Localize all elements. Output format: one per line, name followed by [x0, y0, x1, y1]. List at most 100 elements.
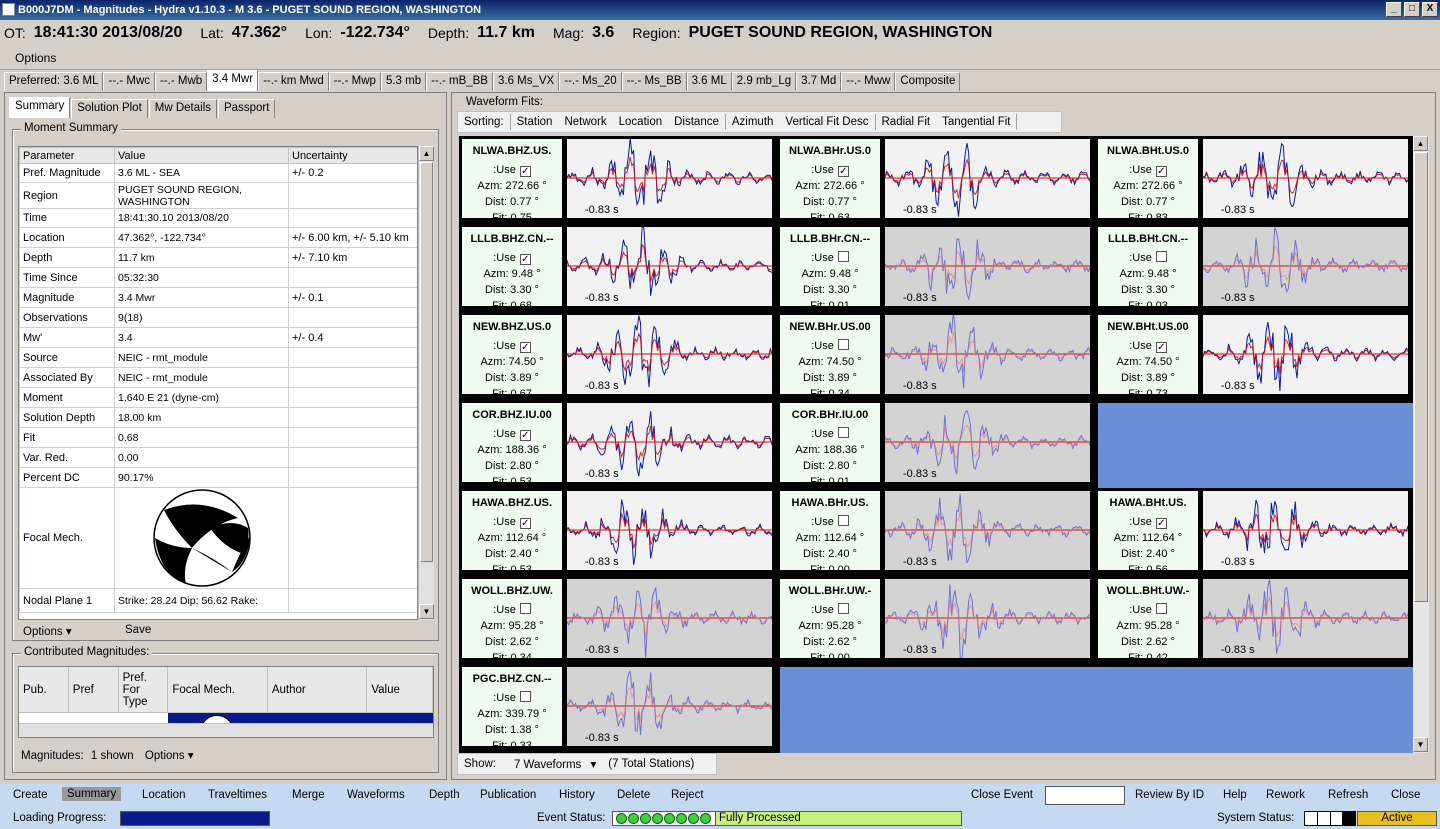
save-button[interactable]: Save	[125, 624, 151, 636]
waveform-plot[interactable]: -0.83 s	[885, 403, 1090, 482]
waveform-cell[interactable]: PGC.BHZ.CN.--:Use Azm: 339.79 ° Dist: 1.38…	[459, 664, 780, 753]
subtab-passport[interactable]: Passport	[218, 99, 276, 118]
action-review-by-id-button[interactable]: Review By ID	[1135, 789, 1204, 801]
action-reject-button[interactable]: Reject	[671, 789, 704, 801]
mag-tab[interactable]: 2.9 mb_Lg	[731, 72, 797, 91]
waveform-cell[interactable]: NEW.BHr.US.00:Use Azm: 74.50 ° Dist: 3.89 …	[777, 312, 1098, 403]
action-depth-button[interactable]: Depth	[429, 789, 460, 801]
sort-location[interactable]: Location	[619, 116, 662, 128]
action-summary-button[interactable]: Summary	[62, 787, 122, 801]
mag-tab[interactable]: 3.6 Ms_VX	[492, 72, 560, 91]
mag-tab[interactable]: --.- Ms_BB	[621, 72, 687, 91]
use-toggle[interactable]: :Use	[780, 602, 880, 618]
mag-tab[interactable]: --.- km Mwd	[258, 72, 329, 91]
use-checkbox[interactable]	[1155, 251, 1167, 262]
waveform-cell[interactable]: COR.BHZ.IU.00:Use ✓ Azm: 188.36 ° Dist: 2.8…	[459, 400, 780, 491]
waveform-plot[interactable]: -0.83 s	[1203, 227, 1408, 306]
waveform-cell[interactable]: NLWA.BHt.US.0:Use ✓ Azm: 272.66 ° Dist: 0.7…	[1095, 136, 1415, 227]
scroll-down-arrow[interactable]: ▼	[419, 604, 434, 619]
use-checkbox[interactable]: ✓	[519, 430, 531, 441]
sort-azimuth[interactable]: Azimuth	[732, 116, 774, 128]
use-toggle[interactable]: :Use	[462, 602, 562, 618]
action-merge-button[interactable]: Merge	[292, 789, 325, 801]
use-toggle[interactable]: :Use	[780, 338, 880, 354]
scroll-thumb[interactable]	[1414, 152, 1428, 602]
use-toggle[interactable]: :Use ✓	[1098, 338, 1198, 354]
mag-tab[interactable]: --.- Mwc	[103, 72, 155, 91]
waveform-plot[interactable]: -0.83 s	[1203, 315, 1408, 394]
waveform-plot[interactable]: -0.83 s	[567, 667, 772, 746]
mag-tab[interactable]: Composite	[895, 72, 961, 91]
waveform-plot[interactable]: -0.83 s	[885, 227, 1090, 306]
action-help-button[interactable]: Help	[1223, 789, 1247, 801]
waveform-plot[interactable]: -0.83 s	[567, 403, 772, 482]
use-toggle[interactable]: :Use ✓	[1098, 162, 1198, 178]
use-toggle[interactable]: :Use ✓	[1098, 514, 1198, 530]
waveform-cell[interactable]: NEW.BHZ.US.0:Use ✓ Azm: 74.50 ° Dist: 3.89 …	[459, 312, 780, 403]
mag-tab[interactable]: --.- Ms_20	[559, 72, 622, 91]
sort-radial-fit[interactable]: Radial Fit	[882, 116, 931, 128]
mag-tab[interactable]: 3.4 Mwr	[207, 70, 259, 91]
use-checkbox[interactable]	[837, 251, 849, 262]
maximize-button[interactable]: □	[1404, 2, 1420, 17]
waveform-plot[interactable]: -0.83 s	[885, 139, 1090, 218]
mag-tab[interactable]: --.- Mwp	[328, 72, 381, 91]
use-toggle[interactable]: :Use ✓	[462, 514, 562, 530]
waveform-plot[interactable]: -0.83 s	[567, 491, 772, 570]
use-toggle[interactable]: :Use ✓	[462, 250, 562, 266]
action-location-button[interactable]: Location	[142, 789, 185, 801]
waveform-cell[interactable]: LLLB.BHt.CN.--:Use Azm: 9.48 ° Dist: 3.30 …	[1095, 224, 1415, 315]
use-toggle[interactable]: :Use	[1098, 602, 1198, 618]
action-refresh-button[interactable]: Refresh	[1328, 789, 1368, 801]
waveform-cell[interactable]: WOLL.BHt.UW.-:Use Azm: 95.28 ° Dist: 2.62 …	[1095, 576, 1415, 667]
scroll-up-arrow[interactable]: ▲	[419, 146, 434, 161]
sort-tangential-fit[interactable]: Tangential Fit	[942, 116, 1010, 128]
sort-vertical-fit-desc[interactable]: Vertical Fit Desc	[785, 116, 868, 128]
use-toggle[interactable]: :Use	[780, 426, 880, 442]
use-checkbox[interactable]: ✓	[519, 166, 531, 177]
contributed-hscrollbar[interactable]	[19, 723, 433, 737]
action-create-button[interactable]: Create	[13, 789, 48, 801]
mag-tab[interactable]: --.- Mwb	[155, 72, 208, 91]
waveform-cell[interactable]: LLLB.BHr.CN.--:Use Azm: 9.48 ° Dist: 3.30 …	[777, 224, 1098, 315]
scroll-thumb[interactable]	[420, 162, 433, 562]
waveform-cell[interactable]: LLLB.BHZ.CN.--:Use ✓ Azm: 9.48 ° Dist: 3.30…	[459, 224, 780, 315]
action-rework-button[interactable]: Rework	[1266, 789, 1305, 801]
waveform-scrollbar[interactable]: ▲ ▼	[1413, 136, 1429, 753]
waveform-plot[interactable]: -0.83 s	[567, 227, 772, 306]
scroll-down-arrow[interactable]: ▼	[1413, 737, 1428, 752]
mag-tab[interactable]: --.- mB_BB	[426, 72, 493, 91]
use-checkbox[interactable]: ✓	[519, 518, 531, 529]
subtab-summary[interactable]: Summary	[9, 97, 71, 118]
mag-tab[interactable]: --.- Mww	[841, 72, 896, 91]
moment-summary-scrollbar[interactable]: ▲ ▼	[418, 146, 434, 620]
mag-tab[interactable]: 3.7 Md	[796, 72, 842, 91]
event-id-input[interactable]	[1045, 786, 1125, 805]
magnitudes-options-button[interactable]: Options ▾	[145, 750, 194, 762]
waveform-cell[interactable]: NLWA.BHr.US.0:Use ✓ Azm: 272.66 ° Dist: 0.7…	[777, 136, 1098, 227]
action-traveltimes-button[interactable]: Traveltimes	[208, 789, 267, 801]
minimize-button[interactable]: _	[1386, 2, 1402, 17]
use-checkbox[interactable]	[837, 603, 849, 614]
use-toggle[interactable]: :Use	[1098, 250, 1198, 266]
scroll-up-arrow[interactable]: ▲	[1413, 136, 1428, 151]
use-toggle[interactable]: :Use	[780, 250, 880, 266]
sort-station[interactable]: Station	[517, 116, 553, 128]
waveform-cell[interactable]: HAWA.BHt.US.:Use ✓ Azm: 112.64 ° Dist: 2.40…	[1095, 488, 1415, 579]
show-waveforms-dropdown[interactable]: 7 Waveforms ▾	[508, 757, 596, 771]
use-toggle[interactable]: :Use	[462, 690, 562, 706]
mag-tab[interactable]: Preferred: 3.6 ML	[4, 72, 104, 91]
waveform-cell[interactable]: WOLL.BHZ.UW.:Use Azm: 95.28 ° Dist: 2.62 °…	[459, 576, 780, 667]
waveform-plot[interactable]: -0.83 s	[885, 315, 1090, 394]
waveform-plot[interactable]: -0.83 s	[885, 491, 1090, 570]
use-checkbox[interactable]: ✓	[1155, 166, 1167, 177]
waveform-plot[interactable]: -0.83 s	[1203, 139, 1408, 218]
waveform-cell[interactable]: NEW.BHt.US.00:Use ✓ Azm: 74.50 ° Dist: 3.89…	[1095, 312, 1415, 403]
waveform-cell[interactable]: NLWA.BHZ.US.:Use ✓ Azm: 272.66 ° Dist: 0.77…	[459, 136, 780, 227]
action-delete-button[interactable]: Delete	[617, 789, 650, 801]
mag-tab[interactable]: 3.6 ML	[686, 72, 732, 91]
use-toggle[interactable]: :Use	[780, 514, 880, 530]
use-checkbox[interactable]	[837, 515, 849, 526]
subtab-mw-details[interactable]: Mw Details	[148, 99, 218, 118]
use-checkbox[interactable]	[519, 691, 531, 702]
